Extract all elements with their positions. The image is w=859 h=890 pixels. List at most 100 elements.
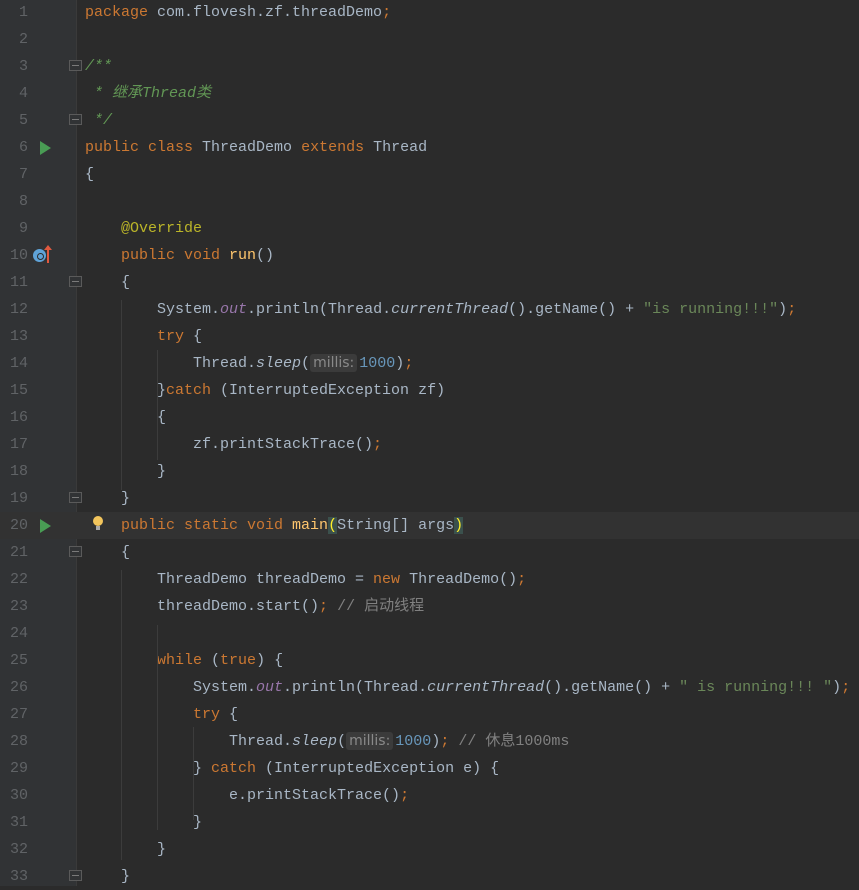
line-number: 20 (9, 517, 28, 534)
code-text: } (85, 809, 202, 836)
code-line[interactable]: 6 public class ThreadDemo extends Thread (0, 134, 859, 161)
line-number: 15 (9, 382, 28, 399)
code-token: ; (404, 355, 414, 372)
code-token: // 启动线程 (337, 598, 425, 615)
code-line[interactable]: 20 public static void main(String[] args… (0, 512, 859, 539)
code-line[interactable]: 5 */ (0, 107, 859, 134)
code-token: ().getName() + (508, 301, 644, 318)
code-text: System.out.println(Thread.currentThread(… (85, 674, 850, 701)
code-line[interactable]: 18 } (0, 458, 859, 485)
line-number: 28 (9, 733, 28, 750)
code-text: */ (85, 107, 112, 134)
code-line[interactable]: 26 System.out.println(Thread.currentThre… (0, 674, 859, 701)
code-line[interactable]: 7{ (0, 161, 859, 188)
code-line[interactable]: 17 zf.printStackTrace(); (0, 431, 859, 458)
code-token: ) { (256, 652, 284, 669)
line-number: 2 (18, 31, 28, 48)
code-line[interactable]: 27 try { (0, 701, 859, 728)
fold-toggle-icon[interactable] (69, 60, 82, 71)
code-line[interactable]: 23 threadDemo.start(); // 启动线程 (0, 593, 859, 620)
line-number: 14 (9, 355, 28, 372)
code-line[interactable]: 32 } (0, 836, 859, 863)
code-token: ; (319, 598, 338, 615)
run-icon[interactable] (40, 141, 51, 155)
code-token: run (229, 247, 257, 264)
code-token: currentThread (427, 679, 545, 696)
code-token: extends (301, 139, 374, 156)
code-token: @Override (121, 220, 203, 237)
code-text: e.printStackTrace(); (85, 782, 409, 809)
code-line[interactable]: 1 package com.flovesh.zf.threadDemo; (0, 0, 859, 26)
code-token: } (85, 841, 167, 858)
code-line[interactable]: 16 { (0, 404, 859, 431)
line-number: 24 (9, 625, 28, 642)
fold-toggle-icon[interactable] (69, 546, 82, 557)
code-token: ) (454, 517, 464, 534)
code-token: true (220, 652, 257, 669)
code-token: com.flovesh.zf.threadDemo (157, 4, 383, 21)
code-token: Thread. (85, 733, 293, 750)
code-line[interactable]: 15 }catch (InterruptedException zf) (0, 377, 859, 404)
indent-guide (193, 727, 194, 820)
code-line[interactable]: 8 (0, 188, 859, 215)
code-token: public void (85, 247, 230, 264)
run-icon[interactable] (40, 519, 51, 533)
code-line[interactable]: 11 { (0, 269, 859, 296)
line-number: 27 (9, 706, 28, 723)
code-line[interactable]: 25 while (true) { (0, 647, 859, 674)
code-line[interactable]: 9 @Override (0, 215, 859, 242)
code-token: ; (517, 571, 527, 588)
code-token: () (256, 247, 275, 264)
code-token: out (220, 301, 248, 318)
code-token: currentThread (391, 301, 509, 318)
code-token: } (85, 490, 131, 507)
code-text: { (85, 269, 130, 296)
code-token: public static void (85, 517, 293, 534)
code-token: new (373, 571, 410, 588)
code-line[interactable]: 30 e.printStackTrace(); (0, 782, 859, 809)
code-text: Thread.sleep(millis: 1000); (85, 350, 413, 377)
code-line[interactable]: 28 Thread.sleep(millis: 1000); // 休息1000m… (0, 728, 859, 755)
code-line[interactable]: 24 (0, 620, 859, 647)
code-token: } (85, 463, 167, 480)
code-token: Thread. (85, 355, 257, 372)
code-token: catch (211, 760, 266, 777)
code-token: */ (85, 112, 113, 129)
code-text: public void run() (85, 242, 274, 269)
line-number: 6 (18, 139, 28, 156)
code-line[interactable]: 22 ThreadDemo threadDemo = new ThreadDem… (0, 566, 859, 593)
code-text: * 继承Thread类 (85, 80, 211, 107)
code-text: { (85, 539, 130, 566)
line-number: 3 (18, 58, 28, 75)
code-line[interactable]: 12 System.out.println(Thread.currentThre… (0, 296, 859, 323)
code-line[interactable]: 13 try { (0, 323, 859, 350)
line-number: 17 (9, 436, 28, 453)
code-token: .println(Thread. (247, 301, 392, 318)
code-line[interactable]: 21 { (0, 539, 859, 566)
fold-toggle-icon[interactable] (69, 492, 82, 503)
go-to-super-arrow-icon[interactable] (44, 245, 52, 263)
code-token: "is running!!!" (643, 301, 779, 318)
fold-toggle-icon[interactable] (69, 114, 82, 125)
code-token: /** (85, 58, 113, 75)
code-line[interactable]: 10 public void run() (0, 242, 859, 269)
override-method-icon[interactable] (33, 249, 46, 262)
code-line[interactable]: 31 } (0, 809, 859, 836)
fold-toggle-icon[interactable] (69, 276, 82, 287)
code-token: 1000 (359, 355, 396, 372)
code-line[interactable]: 2 (0, 26, 859, 53)
parameter-hint: millis: (346, 732, 394, 750)
code-token: } (85, 868, 131, 885)
code-line[interactable]: 3 /** (0, 53, 859, 80)
code-line[interactable]: 4 * 继承Thread类 (0, 80, 859, 107)
code-line[interactable]: 14 Thread.sleep(millis: 1000); (0, 350, 859, 377)
line-number: 30 (9, 787, 28, 804)
code-token: main (292, 517, 329, 534)
code-line[interactable]: 19 } (0, 485, 859, 512)
code-token: Thread (373, 139, 428, 156)
fold-toggle-icon[interactable] (69, 870, 82, 881)
code-text: package com.flovesh.zf.threadDemo; (85, 0, 391, 26)
code-token: * 继承Thread类 (85, 85, 212, 102)
code-line[interactable]: 29 } catch (InterruptedException e) { (0, 755, 859, 782)
